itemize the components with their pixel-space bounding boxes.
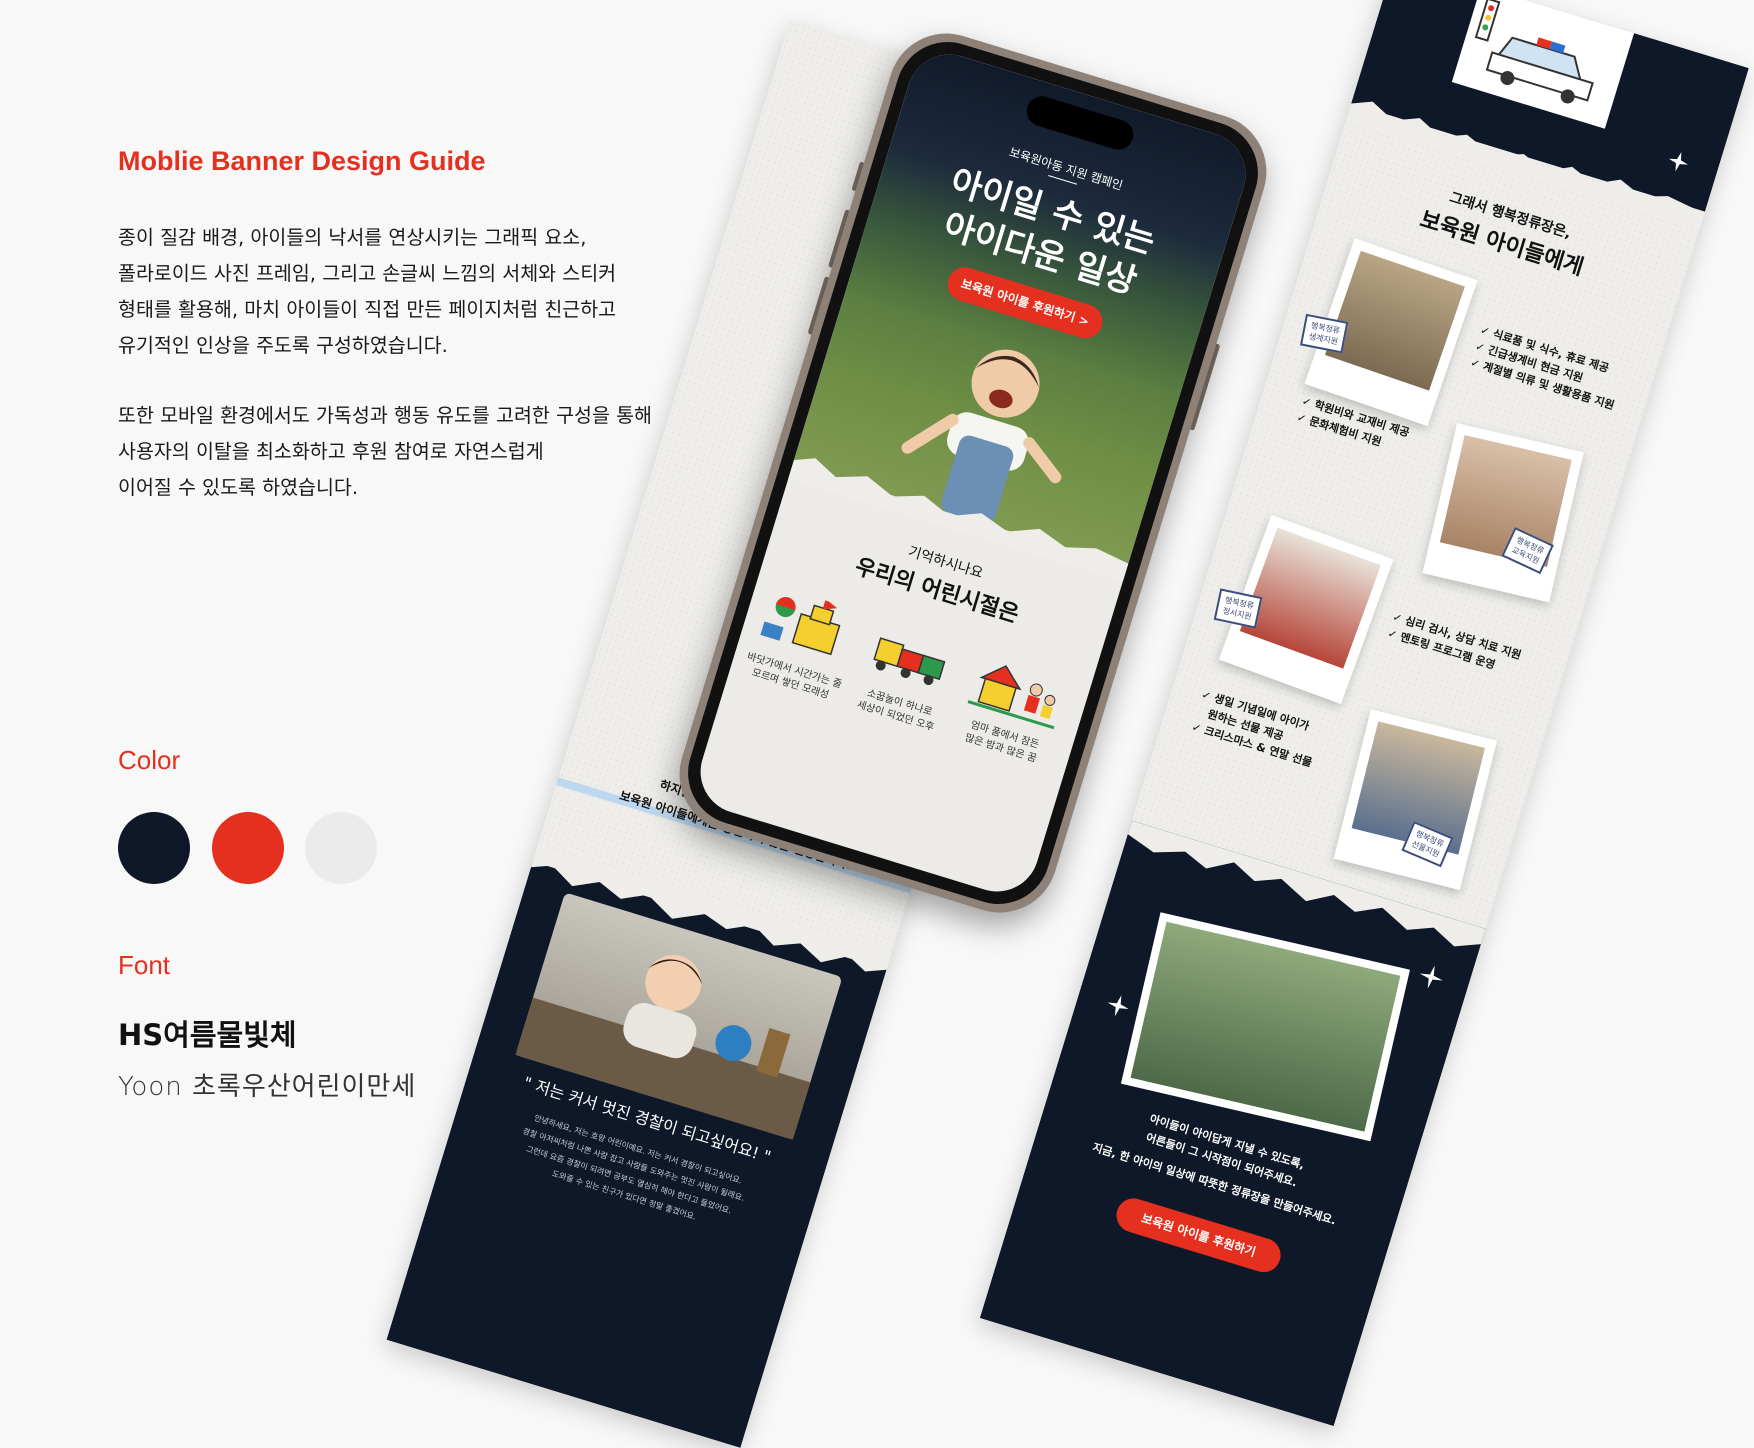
color-section-label: Color	[118, 745, 181, 775]
font-section-label: Font	[118, 950, 171, 980]
guide-description-2: 또한 모바일 환경에서도 가독성과 행동 유도를 고려한 구성을 통해 사용자의…	[118, 398, 652, 506]
description-line: 폴라로이드 사진 프레임, 그리고 손글씨 느낌의 서체와 스티커	[118, 262, 617, 285]
taped-photo	[1120, 912, 1410, 1142]
color-swatch-red	[212, 812, 284, 884]
dream-section: " 저는 커서 멋진 경찰이 되고싶어요! " 안녕하세요, 저는 호랑 어린이…	[386, 848, 891, 1448]
sticker-stamp: 행복정류 생계지원	[1300, 313, 1349, 354]
police-car-icon	[1474, 0, 1594, 104]
photo-polaroid	[1422, 423, 1584, 603]
font-sample-primary: HS여름물빛체	[118, 1018, 297, 1052]
star-icon	[1668, 152, 1688, 172]
color-swatch-navy	[118, 812, 190, 884]
family-house-icon	[967, 665, 1056, 730]
child-bubbles-photo	[1130, 921, 1401, 1132]
sandcastle-icon	[760, 597, 841, 656]
sparkle-icon	[1419, 965, 1443, 989]
description-line: 또한 모바일 환경에서도 가독성과 행동 유도를 고려한 구성을 통해	[118, 404, 652, 427]
doodle-card: 엄마 품에서 잠든 많은 밤과 많은 꿈	[951, 647, 1075, 770]
description-line: 형태를 활용해, 마치 아이들이 직접 만든 페이지처럼 친근하고	[118, 298, 617, 321]
guide-description-1: 종이 질감 배경, 아이들의 낙서를 연상시키는 그래픽 요소, 폴라로이드 사…	[118, 220, 616, 364]
support-checklist: ✓ 식료품 및 식수, 휴료 제공 ✓ 긴급생계비 현금 지원 ✓ 계절별 의류…	[1468, 323, 1616, 413]
description-line: 사용자의 이탈을 최소화하고 후원 참여로 자연스럽게	[118, 440, 544, 463]
doodle-card: 소꿉놀이 하나로 세상이 되었던 오후	[845, 615, 969, 738]
support-checklist: ✓ 생일 기념일에 아이가 원하는 선물 제공 ✓ 크리스마스 & 연말 선물	[1190, 687, 1314, 770]
description-line: 이어질 수 있도록 하였습니다.	[118, 476, 359, 499]
guide-title: Moblie Banner Design Guide	[118, 146, 486, 176]
description-line: 유기적인 인상을 주도록 구성하였습니다.	[118, 334, 448, 357]
police-car-drawing	[1451, 0, 1640, 129]
photo-polaroid	[1333, 709, 1498, 891]
description-line: 종이 질감 배경, 아이들의 낙서를 연상시키는 그래픽 요소,	[118, 226, 587, 249]
closing-section: 아이들이 아이답게 지낼 수 있도록, 어른들이 그 시작점이 되어주세요. 지…	[979, 820, 1486, 1427]
font-sample-secondary: Yoon 초록우산어린이만세	[118, 1072, 417, 1102]
support-checklist: ✓ 심리 검사, 상담 치료 지원 ✓ 멘토링 프로그램 운영	[1386, 610, 1523, 672]
sparkle-icon	[1107, 995, 1129, 1017]
color-swatch-lightgray	[305, 812, 377, 884]
toy-train-icon	[873, 637, 946, 686]
doodle-card: 바닷가에서 시간가는 줄 모르며 쌓던 모래성	[740, 583, 864, 706]
